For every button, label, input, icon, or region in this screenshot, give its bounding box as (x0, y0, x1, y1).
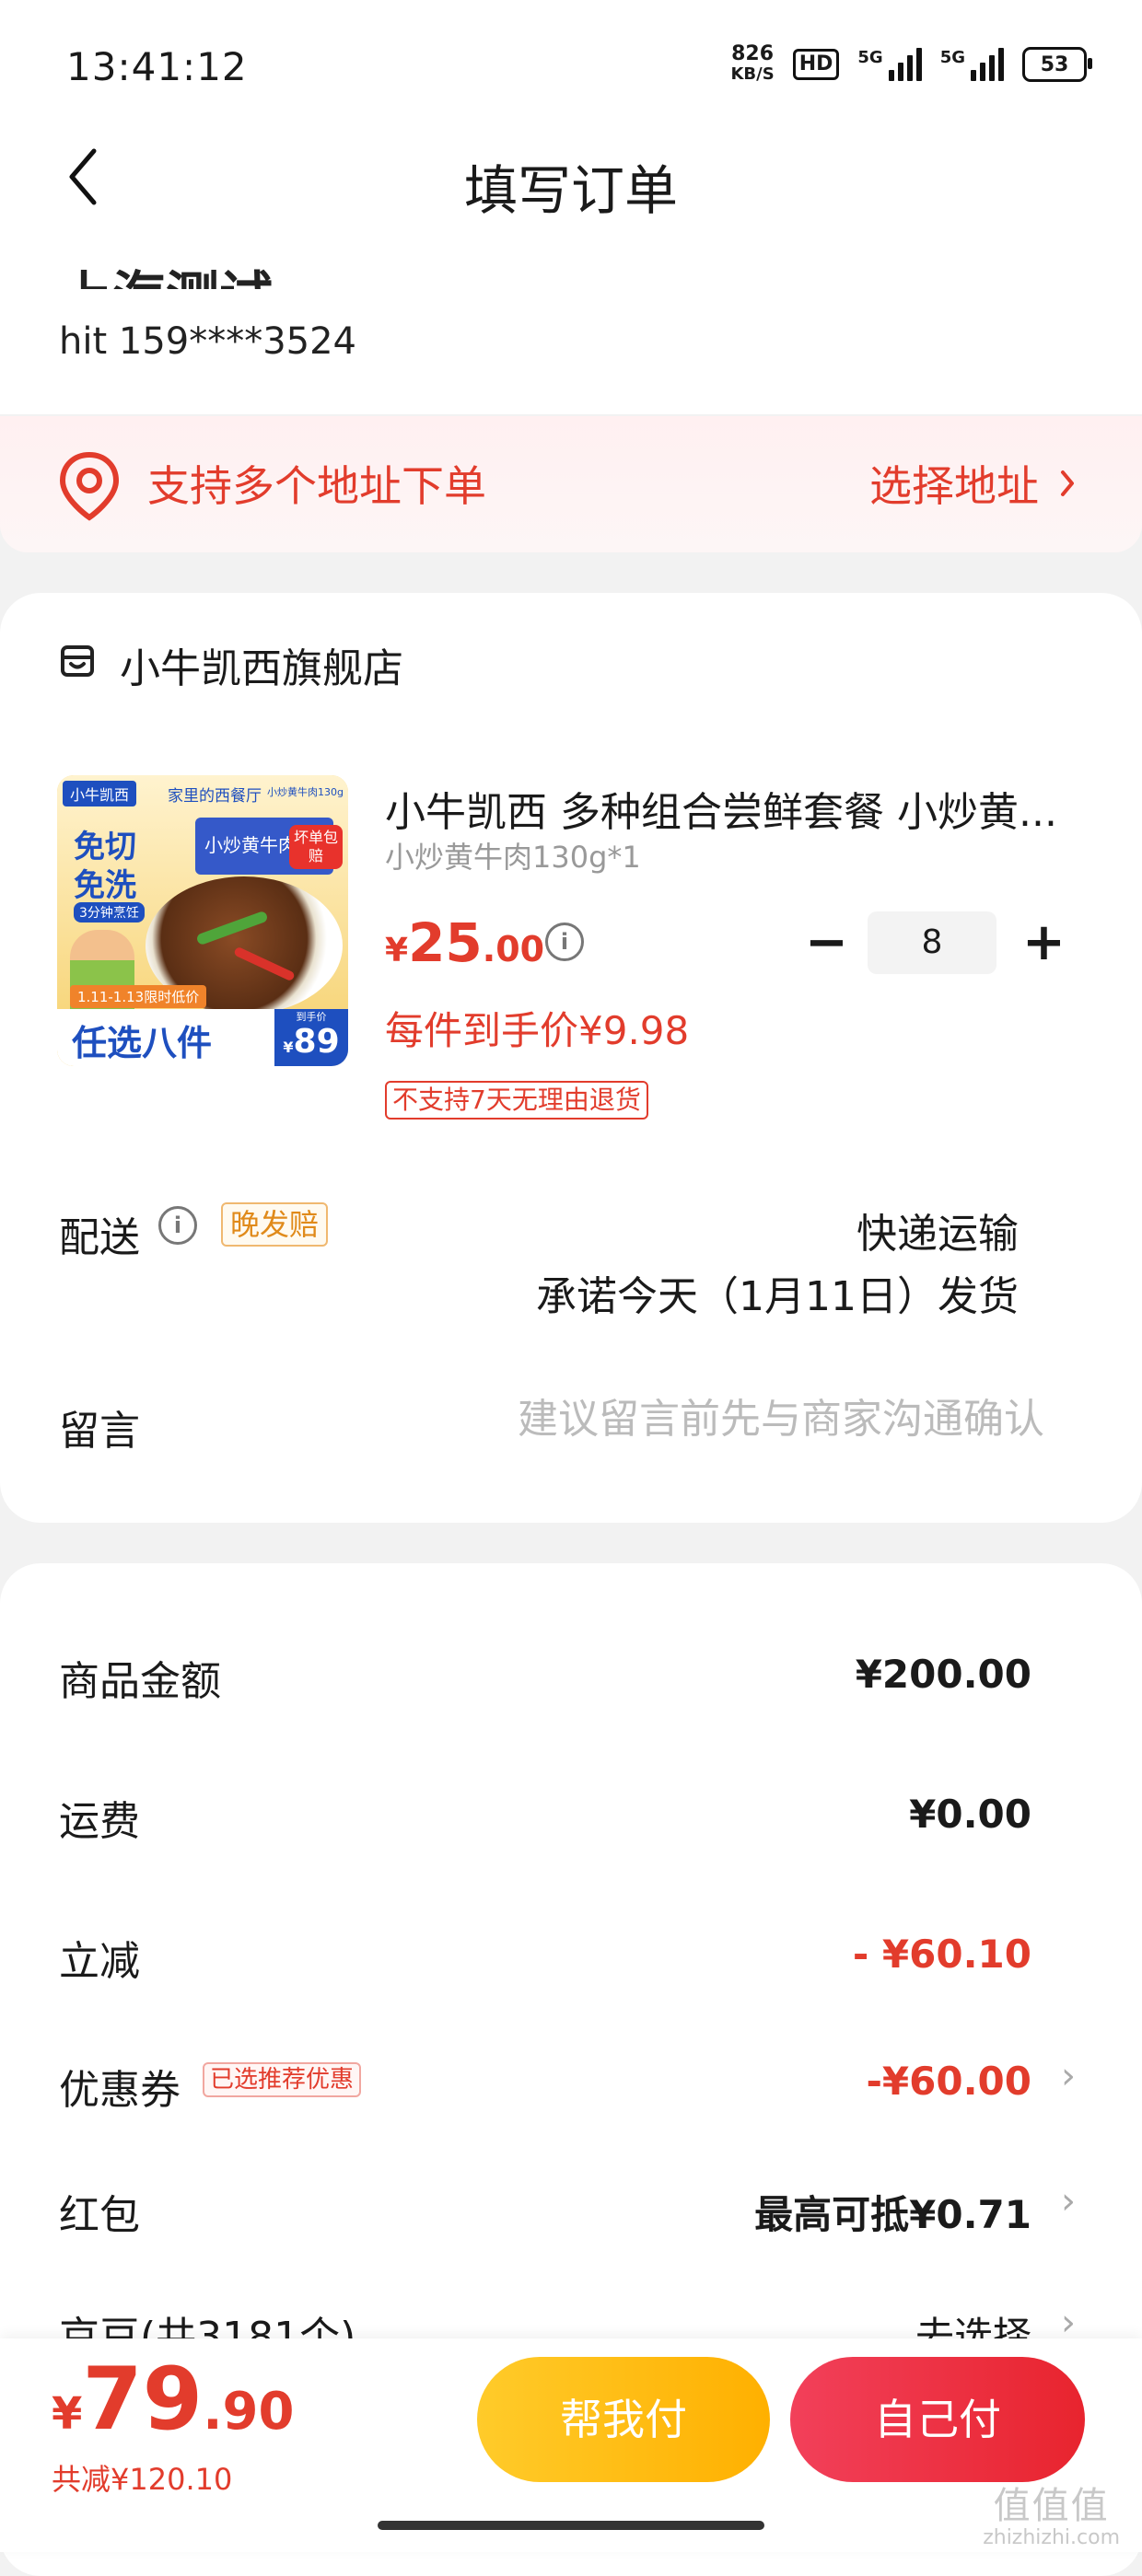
location-pin-icon (57, 449, 122, 527)
price-info-icon[interactable]: i (545, 922, 584, 961)
red-packet-label[interactable]: 红包 (59, 2182, 140, 2241)
address-contact[interactable]: hit 159****3524 (59, 320, 356, 363)
thumb-price-tag: 到手价 (296, 1011, 327, 1023)
thumb-broken-tag: 坏单包赔 (289, 825, 343, 869)
signal-label-2: 5G (939, 48, 965, 67)
signal-label-1: 5G (857, 48, 883, 67)
status-time: 13:41:12 (66, 44, 248, 89)
store-icon (59, 643, 96, 683)
total-integer: 79 (82, 2350, 204, 2450)
quantity-stepper: − 8 + (805, 911, 1066, 974)
coupon-label[interactable]: 优惠券 (59, 2057, 181, 2116)
total-saved: 共减¥120.10 (52, 2462, 233, 2497)
price-symbol: ¥ (385, 932, 409, 969)
red-packet-value[interactable]: 最高可抵¥0.71 (754, 2184, 1031, 2240)
battery-icon: 53 (1022, 47, 1092, 82)
increase-button[interactable]: + (1022, 917, 1066, 969)
thumb-pack-tag: 小炒黄牛肉130g (267, 786, 344, 798)
status-icons: 826 KB/S HD 5G 5G 53 (730, 44, 1092, 85)
watermark-url: zhizhizhi.com (983, 2526, 1120, 2549)
thumb-pack-title: 小炒黄牛肉 (204, 834, 297, 856)
total-symbol: ¥ (52, 2388, 83, 2440)
signal-icon-2: 5G (940, 48, 1004, 81)
unit-price: 每件到手价¥9.98 (385, 1008, 690, 1053)
thumb-promo-date: 1.11-1.13限时低价 (70, 985, 207, 1008)
goods-amount-label: 商品金额 (59, 1658, 221, 1705)
hd-icon: HD (792, 49, 840, 80)
message-input[interactable] (381, 1396, 1044, 1443)
thumb-promo-text: 任选八件 (72, 1023, 213, 1063)
return-policy-badge: 不支持7天无理由退货 (385, 1081, 648, 1120)
message-label: 留言 (59, 1408, 140, 1455)
thumb-slogan-2: 免洗 (74, 867, 136, 904)
net-speed-unit: KB/S (730, 64, 775, 84)
product-spec: 小炒黄牛肉130g*1 (385, 840, 641, 875)
product-name[interactable]: 小牛凯西 多种组合尝鲜套餐 小炒黄... (385, 779, 1085, 838)
delivery-promise: 承诺今天（1月11日）发货 (536, 1273, 1019, 1320)
coupon-value[interactable]: -¥60.00 (866, 2059, 1031, 2104)
thumb-price: 89 (293, 1023, 340, 1061)
chevron-right-icon[interactable]: › (1061, 2055, 1076, 2097)
thumb-cook-time: 3分钟烹饪 (74, 902, 145, 922)
chevron-right-icon[interactable]: › (1061, 2180, 1076, 2222)
price-decimal: .00 (482, 929, 545, 969)
thumb-price-box: 到手价 ¥89 (274, 1009, 348, 1066)
total-price: ¥ 79 .90 (52, 2350, 294, 2450)
pay-myself-button[interactable]: 自己付 (790, 2357, 1085, 2482)
home-indicator[interactable] (378, 2521, 764, 2530)
shipping-label: 运费 (59, 1798, 140, 1845)
watermark: 值值值 zhizhizhi.com (983, 2486, 1120, 2550)
help-me-pay-button[interactable]: 帮我付 (477, 2357, 770, 2482)
chevron-right-icon (1059, 458, 1076, 508)
thumb-price-symbol: ¥ (283, 1039, 294, 1056)
multi-address-text: 支持多个地址下单 (147, 461, 486, 511)
late-compensation-badge[interactable]: 晚发赔 (221, 1202, 329, 1247)
goods-amount-value: ¥200.00 (855, 1652, 1031, 1697)
thumb-brand-badge: 小牛凯西 (63, 781, 137, 806)
watermark-logo: 值值值 (993, 2485, 1110, 2527)
coupon-selected-badge: 已选推荐优惠 (203, 2062, 362, 2097)
product-image[interactable]: 小牛凯西 家里的西餐厅 小炒黄牛肉130g 免切 免洗 3分钟烹饪 小炒黄牛肉 … (57, 775, 348, 1066)
delivery-info-icon[interactable]: i (158, 1206, 197, 1245)
signal-icon-1: 5G (857, 48, 922, 81)
price-integer: 25 (408, 911, 483, 974)
thumb-tagline: 家里的西餐厅 (168, 787, 262, 806)
delivery-method[interactable]: 快递运输 (856, 1201, 1019, 1259)
store-name[interactable]: 小牛凯西旗舰店 (120, 635, 403, 694)
total-decimal: .90 (203, 2382, 295, 2442)
decrease-button[interactable]: − (805, 917, 848, 969)
select-address-link[interactable]: 选择地址 (869, 453, 1076, 514)
delivery-label: 配送 (59, 1214, 140, 1261)
net-speed-value: 826 (731, 42, 775, 65)
net-speed: 826 KB/S (730, 44, 774, 85)
page-title: 填写订单 (463, 159, 678, 222)
select-address-label: 选择地址 (869, 461, 1039, 511)
instant-discount-label: 立减 (59, 1938, 140, 1985)
product-price: ¥ 25 .00 (385, 911, 544, 974)
address-line[interactable]: 上海测试 (59, 241, 273, 289)
quantity-input[interactable]: 8 (868, 911, 996, 974)
shipping-value: ¥0.00 (909, 1792, 1031, 1837)
instant-discount-value: - ¥60.10 (852, 1932, 1031, 1977)
